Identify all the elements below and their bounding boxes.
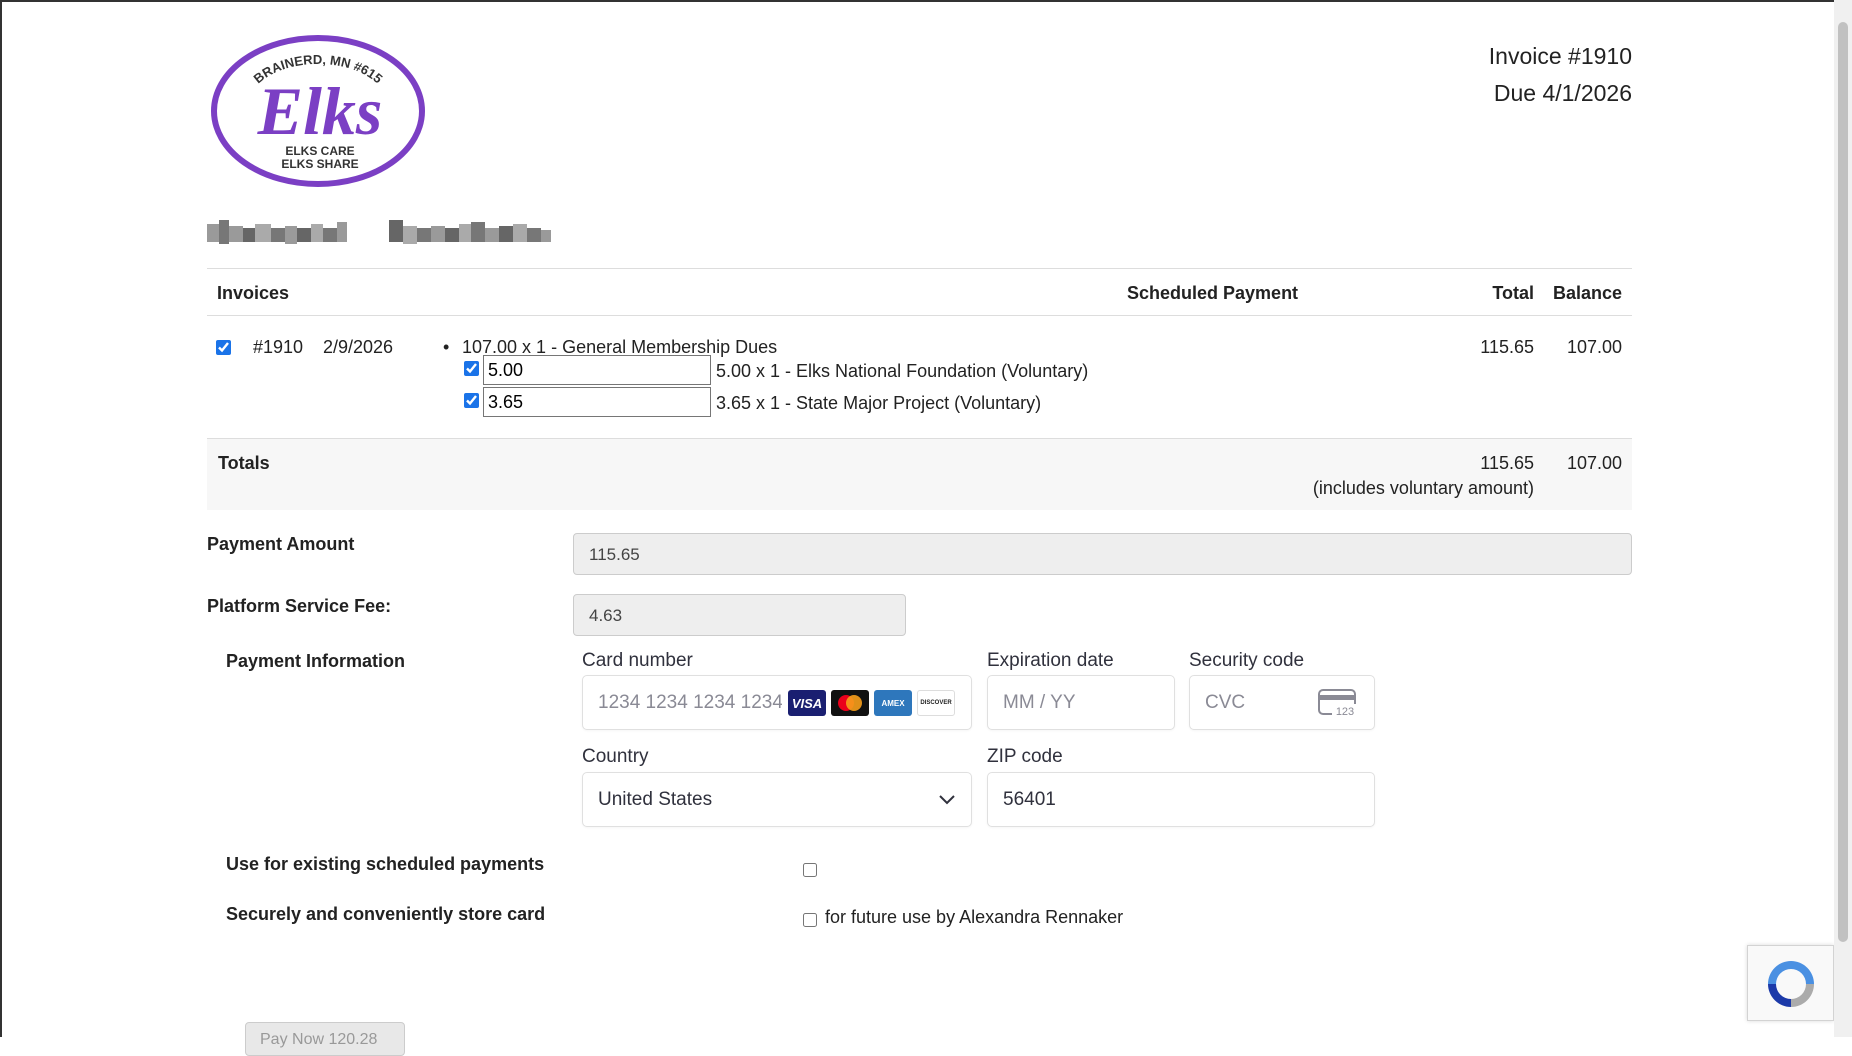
service-fee-label: Platform Service Fee: (207, 596, 392, 616)
security-code-label: Security code (1189, 650, 1305, 671)
voluntary-enf-label: 5.00 x 1 - Elks National Foundation (Vol… (716, 361, 1089, 381)
totals-note: (includes voluntary amount) (1312, 478, 1534, 498)
card-number-input[interactable]: 1234 1234 1234 1234 VISA AMEX DISCOVER (582, 675, 972, 730)
mastercard-icon (831, 690, 869, 716)
chevron-down-icon (939, 795, 955, 805)
logo-bottom-text-2: ELKS SHARE (281, 157, 358, 171)
store-card-checkbox[interactable] (803, 913, 817, 927)
existing-payments-checkbox[interactable] (803, 863, 817, 877)
voluntary-smp-checkbox[interactable] (464, 393, 479, 408)
header-invoices: Invoices (217, 283, 290, 303)
invoice-header: Invoice #1910 Due 4/1/2026 (1489, 38, 1632, 112)
expiration-input[interactable]: MM / YY (987, 675, 1175, 730)
amex-icon: AMEX (874, 690, 912, 716)
country-select[interactable]: United States (582, 772, 972, 827)
totals-row: Totals 115.65 (includes voluntary amount… (207, 438, 1632, 510)
invoice-total-cell: 115.65 (1480, 337, 1534, 357)
page-frame: BRAINERD, MN #615 Elks ELKS CARE ELKS SH… (0, 0, 1834, 1056)
totals-balance: 107.00 (1566, 453, 1622, 473)
invoice-select-checkbox[interactable] (216, 340, 231, 355)
cvc-card-icon: 123 (1318, 689, 1358, 717)
voluntary-enf-checkbox[interactable] (464, 361, 479, 376)
header-scheduled-payment: Scheduled Payment (1127, 283, 1299, 303)
invoice-balance-cell: 107.00 (1566, 337, 1622, 357)
country-value: United States (598, 789, 713, 810)
due-date: Due 4/1/2026 (1493, 80, 1632, 106)
voluntary-smp-amount-input[interactable] (483, 387, 711, 417)
voluntary-smp-label: 3.65 x 1 - State Major Project (Voluntar… (716, 393, 1042, 413)
logo-bottom-text-1: ELKS CARE (285, 144, 354, 158)
totals-label: Totals (218, 453, 270, 473)
recaptcha-badge[interactable] (1747, 945, 1834, 1021)
table-row: #1910 2/9/2026 • 107.00 x 1 - General Me… (207, 316, 1632, 438)
card-number-label: Card number (582, 650, 693, 671)
security-code-placeholder: CVC (1205, 692, 1246, 713)
zip-code-input[interactable]: 56401 (987, 772, 1375, 827)
voluntary-enf-amount-input[interactable] (483, 355, 711, 385)
line-item-bullet: • (443, 337, 450, 357)
card-number-placeholder: 1234 1234 1234 1234 (598, 692, 782, 713)
expiration-placeholder: MM / YY (1003, 692, 1076, 713)
discover-icon: DISCOVER (917, 690, 955, 716)
table-header-row: Invoices Scheduled Payment Total Balance (207, 268, 1632, 316)
header-total: Total (1492, 283, 1534, 303)
svg-text:123: 123 (1336, 706, 1354, 717)
logo-main-text: Elks (257, 73, 383, 149)
service-fee-field: 4.63 (573, 594, 906, 636)
invoice-table: Invoices Scheduled Payment Total Balance… (207, 268, 1632, 510)
redacted-member-name (207, 220, 551, 244)
expiration-label: Expiration date (987, 650, 1114, 671)
payment-amount-label: Payment Amount (207, 534, 355, 554)
zip-code-label: ZIP code (987, 746, 1063, 767)
vertical-scrollbar[interactable] (1834, 0, 1852, 1037)
invoice-date-cell: 2/9/2026 (323, 337, 394, 357)
zip-code-value: 56401 (1003, 789, 1056, 810)
security-code-input[interactable]: CVC 123 (1189, 675, 1375, 730)
totals-total: 115.65 (1480, 453, 1534, 473)
store-card-label: Securely and conveniently store card (226, 904, 546, 924)
recaptcha-icon (1768, 961, 1814, 1007)
visa-icon: VISA (788, 690, 826, 716)
invoice-number: Invoice #1910 (1488, 43, 1632, 69)
store-card-option-text: for future use by Alexandra Rennaker (825, 907, 1124, 927)
pay-now-button[interactable]: Pay Now 120.28 (245, 1022, 405, 1056)
scrollbar-thumb[interactable] (1838, 22, 1848, 942)
country-label: Country (582, 746, 649, 767)
existing-payments-label: Use for existing scheduled payments (226, 854, 545, 874)
payment-info-label: Payment Information (226, 651, 406, 671)
elks-logo: BRAINERD, MN #615 Elks ELKS CARE ELKS SH… (211, 35, 425, 187)
header-balance: Balance (1552, 283, 1622, 303)
invoice-number-cell: #1910 (253, 337, 304, 357)
payment-amount-field: 115.65 (573, 533, 1632, 575)
